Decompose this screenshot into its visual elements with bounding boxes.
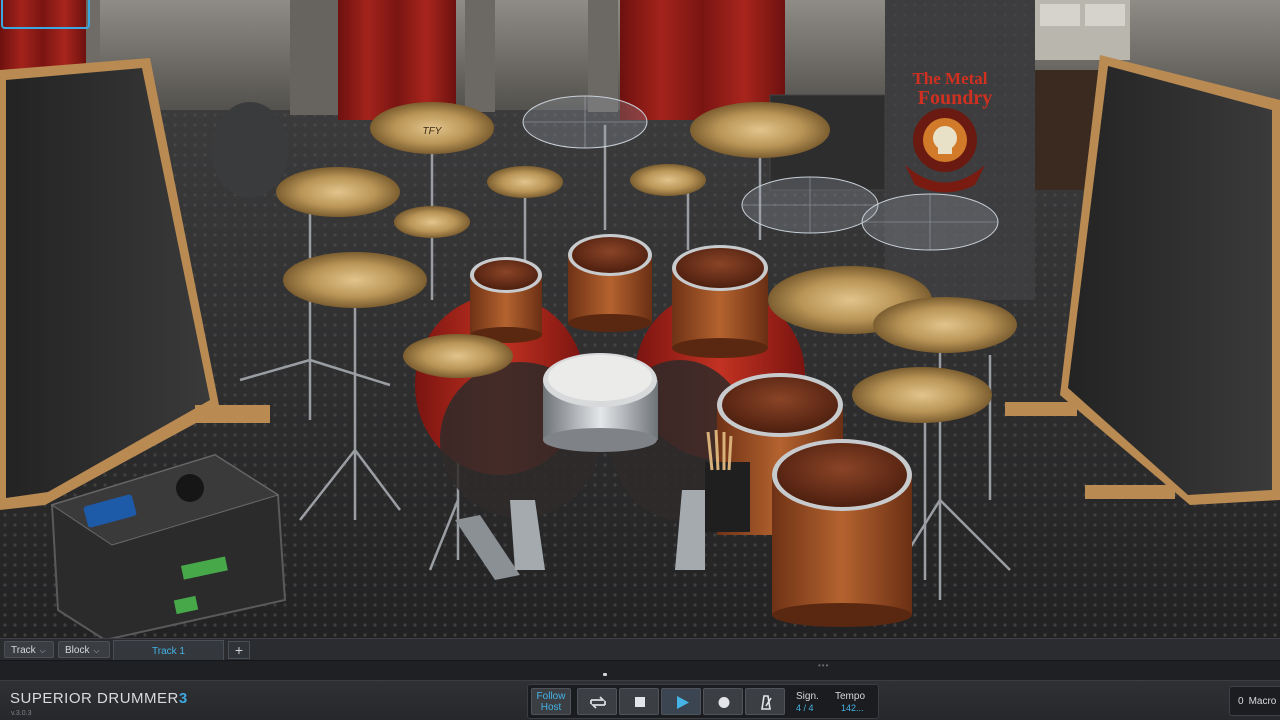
macro-count: 0 [1238,696,1244,707]
chevron-down-icon: ⌵ [39,646,46,655]
resize-grip-icon[interactable]: ••• [818,661,829,670]
loop-icon [590,696,606,709]
cymbal-ride-left [283,252,427,308]
metronome-icon [761,695,772,710]
metronome-button[interactable] [745,688,785,715]
record-button[interactable] [703,688,743,715]
follow-host-label-line2: Host [540,702,562,713]
loop-button[interactable] [577,688,617,715]
headphones-icon [176,474,204,502]
app-logo: SUPERIOR DRUMMER3 [10,690,188,707]
logo-word-superior: SUPERIOR [10,690,93,707]
macro-label: Macro [1248,696,1277,707]
cymbal-splash [394,206,470,238]
chevron-down-icon: ⌵ [93,646,100,655]
macro-button[interactable]: 0 Macro [1229,686,1280,716]
floor-tom-2 [772,439,912,627]
cymbal-china-right [852,367,992,423]
signature-value[interactable]: 4 / 4 [796,703,814,713]
song-timeline[interactable]: ••• [0,660,1280,681]
drum-kit-stage: The Metal Foundry TFY [0,0,1280,640]
track-bar: Track ⌵ Block ⌵ Track 1 + [0,638,1280,661]
superior-drummer-window: The Metal Foundry TFY Track ⌵ Block ⌵ Tr… [0,0,1280,720]
block-menu-button[interactable]: Block ⌵ [58,641,110,658]
banner-text-line2: Foundry [918,87,992,109]
tab-track-1[interactable]: Track 1 [113,640,224,661]
signature-label: Sign. [796,691,819,702]
follow-host-button[interactable]: Follow Host [531,688,571,715]
tempo-value[interactable]: 142... [841,703,864,713]
cymbal-crash-left [276,167,400,217]
signature-tempo-display[interactable]: Sign. 4 / 4 Tempo 142... [790,688,872,715]
cymbal-crash-left-high: TFY [370,102,494,154]
metal-foundry-banner: The Metal Foundry [885,0,1035,300]
track-menu-label: Track [11,645,36,656]
logo-version-number: 3 [178,690,188,707]
play-button[interactable] [661,688,701,715]
snare-drum [543,353,658,452]
playhead-marker[interactable] [603,673,607,676]
rack-tom-2 [568,234,652,332]
transport-controls: Follow Host Sign. 4 / 4 Tempo 142... [527,684,879,719]
stick-bag [705,462,750,532]
play-icon [677,696,689,709]
cymbal-logo-text: TFY [423,126,443,137]
add-track-button[interactable]: + [228,641,250,659]
stop-button[interactable] [619,688,659,715]
app-version: v.3.0.3 [11,710,32,717]
cymbal-splash-3 [630,164,706,196]
record-icon [718,697,730,708]
rack-tom-1 [470,257,542,343]
follow-host-label-line1: Follow [536,691,566,702]
hihat-cymbal [403,334,513,378]
rack-tom-3 [672,245,768,358]
cymbal-splash-2 [487,166,563,198]
logo-word-drummer: DRUMMER [97,690,179,707]
track-menu-button[interactable]: Track ⌵ [4,641,54,658]
stop-icon [635,697,645,707]
cymbal-crash-right [873,297,1017,353]
banner-text-line1: The Metal [912,69,987,88]
transport-bar: SUPERIOR DRUMMER3 v.3.0.3 Follow Host Si… [0,680,1280,720]
tempo-label: Tempo [835,691,866,702]
block-menu-label: Block [65,645,90,656]
cymbal-crash-center [690,102,830,158]
